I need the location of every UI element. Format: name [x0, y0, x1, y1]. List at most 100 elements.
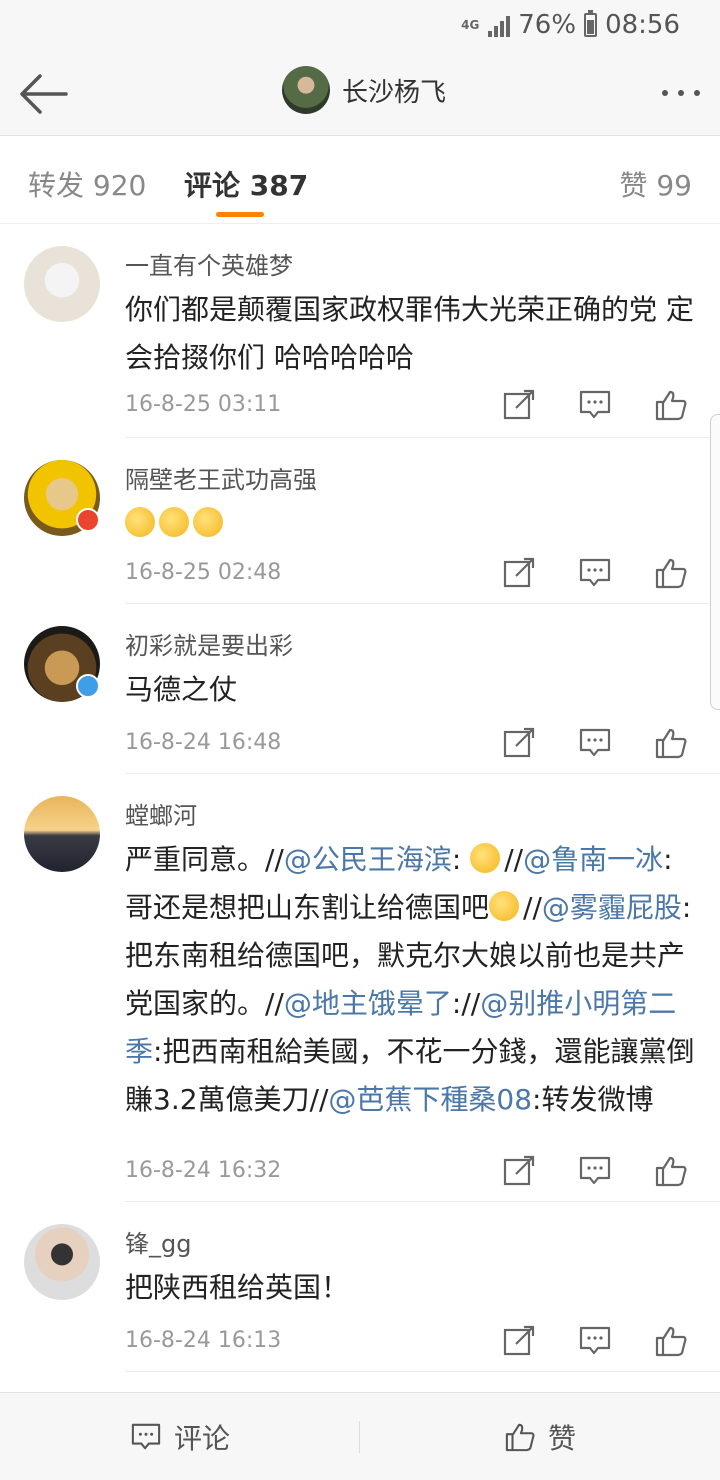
mention-link[interactable]: @雾霾屁股 [542, 891, 682, 924]
network-indicator: 4G [461, 18, 480, 32]
comment-username[interactable]: 螳螂河 [125, 796, 197, 831]
comment-text: 马德之仗 [125, 673, 238, 706]
thinking-emoji-icon [125, 507, 155, 537]
clock: 08:56 [605, 10, 680, 40]
back-arrow-icon [20, 74, 68, 114]
avatar[interactable] [24, 1224, 100, 1300]
reply-button[interactable] [576, 556, 614, 590]
repost-icon [503, 557, 535, 588]
comment-item: 一直有个英雄梦 你们都是颠覆国家政权罪伟大光荣正确的党 定会拾掇你们 哈哈哈哈哈… [0, 224, 720, 438]
verified-badge-icon [76, 674, 100, 698]
thinking-emoji-icon [470, 843, 501, 873]
avatar[interactable] [24, 246, 100, 322]
repost-button[interactable] [500, 1154, 538, 1188]
repost-button[interactable] [500, 1324, 538, 1358]
comment-actions [500, 388, 690, 422]
mention-link[interactable]: @公民王海滨 [284, 843, 452, 876]
comment-text-segment: // [504, 843, 524, 876]
like-icon [655, 558, 687, 589]
comment-icon [131, 1423, 161, 1450]
comment-text-segment: : [451, 843, 471, 876]
divider [125, 1371, 720, 1372]
comment-button-label: 评论 [174, 1422, 231, 1455]
repost-icon [503, 727, 535, 758]
comment-text-segment: // [523, 891, 542, 924]
comment-item: 锋_gg 把陕西租给英国！ 16-8-24 16:13 [0, 1202, 720, 1372]
tab-comment[interactable]: 评论 387 [184, 164, 308, 204]
like-icon [655, 1326, 687, 1357]
more-dots-icon[interactable] [662, 90, 700, 96]
comment-actions [500, 726, 690, 760]
like-post-button[interactable]: 赞 [504, 1417, 576, 1457]
comment-username[interactable]: 隔壁老王武功高强 [125, 460, 317, 495]
page-title: 长沙杨飞 [342, 77, 447, 108]
tab-like[interactable]: 赞 99 [619, 164, 692, 204]
comment-time: 16-8-24 16:13 [125, 1328, 282, 1353]
reply-button[interactable] [576, 726, 614, 760]
like-button[interactable] [652, 1154, 690, 1188]
repost-button[interactable] [500, 556, 538, 590]
reply-button[interactable] [576, 1324, 614, 1358]
divider [359, 1421, 360, 1453]
comment-text: 把陕西租给英国！ [125, 1271, 350, 1304]
comment-item: 螳螂河 严重同意。//@公民王海滨: //@鲁南一冰: 哥还是想把山东割让给德国… [0, 774, 720, 1202]
comment-item: 隔壁老王武功高强 16-8-25 02:48 [0, 438, 720, 604]
comment-text [125, 500, 697, 548]
signal-icon [488, 13, 511, 37]
back-button[interactable] [18, 72, 70, 116]
bottom-action-bar: 评论 赞 [0, 1392, 720, 1480]
comment-username[interactable]: 初彩就是要出彩 [125, 626, 293, 661]
comment-time: 16-8-25 03:11 [125, 392, 282, 417]
status-bar: 4G 76% 08:56 [0, 0, 720, 52]
shy-emoji-icon [489, 891, 520, 921]
comment-actions [500, 1324, 690, 1358]
like-icon [655, 390, 687, 421]
mention-link[interactable]: @鲁南一冰 [523, 843, 663, 876]
comment-text: 你们都是颠覆国家政权罪伟大光荣正确的党 定会拾掇你们 哈哈哈哈哈 [125, 293, 694, 374]
reply-icon [579, 558, 611, 587]
comment-item: 初彩就是要出彩 马德之仗 16-8-24 16:48 [0, 604, 720, 774]
thinking-emoji-icon [159, 507, 189, 537]
comment-text-segment: :转发微博 [532, 1083, 654, 1116]
mention-link[interactable]: @地主饿晕了 [284, 987, 452, 1020]
avatar[interactable] [282, 66, 330, 114]
comment-text-segment: 严重同意。// [125, 843, 284, 876]
like-button[interactable] [652, 556, 690, 590]
like-button[interactable] [652, 1324, 690, 1358]
like-button[interactable] [652, 388, 690, 422]
header-user[interactable]: 长沙杨飞 [282, 66, 446, 114]
comment-actions [500, 1154, 690, 1188]
battery-percent: 76% [518, 10, 577, 40]
avatar[interactable] [24, 796, 100, 872]
scroll-handle[interactable] [710, 414, 720, 710]
comment-actions [500, 556, 690, 590]
reply-icon [579, 728, 611, 757]
comment-time: 16-8-24 16:48 [125, 730, 282, 755]
comment-text-segment: :// [451, 987, 481, 1020]
thinking-emoji-icon [193, 507, 223, 537]
mention-link[interactable]: @芭蕉下種桑08 [328, 1083, 532, 1116]
battery-icon [584, 10, 598, 37]
tab-repost[interactable]: 转发 920 [28, 164, 146, 204]
comment-button[interactable]: 评论 [130, 1417, 230, 1457]
reply-button[interactable] [576, 1154, 614, 1188]
repost-button[interactable] [500, 388, 538, 422]
like-button[interactable] [652, 726, 690, 760]
comment-list: 一直有个英雄梦 你们都是颠覆国家政权罪伟大光荣正确的党 定会拾掇你们 哈哈哈哈哈… [0, 224, 720, 1372]
comment-username[interactable]: 一直有个英雄梦 [125, 246, 293, 281]
active-tab-indicator [216, 212, 264, 217]
reply-icon [579, 390, 611, 419]
repost-icon [503, 1325, 535, 1356]
tab-bar: 转发 920 评论 387 赞 99 [0, 136, 720, 224]
member-badge-icon [76, 508, 100, 532]
reply-icon [579, 1326, 611, 1355]
comment-username[interactable]: 锋_gg [125, 1224, 191, 1259]
repost-button[interactable] [500, 726, 538, 760]
reply-button[interactable] [576, 388, 614, 422]
like-icon [655, 728, 687, 759]
reply-icon [579, 1156, 611, 1185]
status-indicators: 4G 76% 08:56 [460, 10, 680, 40]
repost-icon [503, 389, 535, 420]
like-icon [505, 1423, 535, 1452]
repost-icon [503, 1155, 535, 1186]
